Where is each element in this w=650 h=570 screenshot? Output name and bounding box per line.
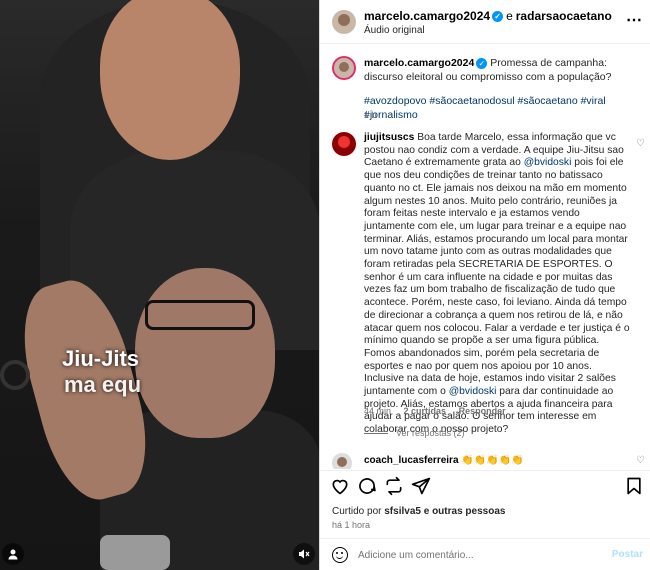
collaborator-username[interactable]: radarsaocaetano [516,9,612,23]
replies-divider [364,433,388,435]
wristwatch [100,535,170,570]
comment-icon[interactable] [357,476,377,496]
more-options-icon[interactable]: ⋯ [626,10,643,30]
share-icon[interactable] [411,476,431,496]
likes-user[interactable]: sfsilva5 [384,506,421,517]
mute-button[interactable] [293,543,315,565]
emoji-icon[interactable] [332,547,348,563]
commenter-username[interactable]: jiujitsuscs [364,132,414,143]
caption-text: marcelo.camargo2024 ✓ Promessa de campanh… [364,56,639,84]
user-icon [8,549,18,560]
comment-body: 👏👏👏👏👏 [461,455,524,466]
comment-body-2: pois foi ele que nos deu condições de tr… [364,157,630,398]
caption-username[interactable]: marcelo.camargo2024 [364,57,474,69]
view-replies-label: Ver respostas (2) [396,428,465,438]
view-replies-button[interactable]: Ver respostas (2) [364,428,465,438]
comment-input[interactable] [358,545,598,565]
commenter-username[interactable]: coach_lucasferreira [364,455,459,466]
comment-mention[interactable]: @bvidoski [524,157,572,168]
muted-speaker-icon [299,549,310,559]
post-timestamp: há 1 hora [332,520,371,530]
likes-prefix: Curtido por [332,506,382,517]
comment-likes-count[interactable]: 2 curtidas [404,406,447,416]
commenter-avatar[interactable] [332,132,356,156]
bookmark-icon[interactable] [624,476,644,496]
tagged-users-button[interactable] [2,543,24,565]
comment-like-heart-icon[interactable]: ♡ [636,138,645,149]
author-avatar[interactable] [332,10,356,34]
comment-text: coach_lucasferreira 👏👏👏👏👏 [364,455,524,466]
reply-button[interactable]: Responder [459,406,506,416]
person2-glasses [145,300,255,330]
likes-summary[interactable]: Curtido por sfsilva5 e outras pessoas [332,506,505,517]
caption-timestamp: 1 h [364,110,377,120]
author-username[interactable]: marcelo.camargo2024 [364,9,490,23]
audio-link[interactable]: Áudio original [364,25,425,36]
header-separator: e [506,9,513,23]
verified-badge-icon: ✓ [476,57,488,69]
video-subtitle: Jiu-Jits [62,346,140,371]
heart-icon[interactable] [330,476,350,496]
header-usernames: marcelo.camargo2024 ✓ e radarsaocaetano [364,9,612,23]
post-side-panel: marcelo.camargo2024 ✓ e radarsaocaetano Áud… [319,0,650,570]
video-subtitle-2: ma equ [64,372,142,397]
comment-timestamp: 44 min [364,406,392,416]
comment-text: jiujitsuscs Boa tarde Marcelo, essa info… [364,132,630,437]
post-header: marcelo.camargo2024 ✓ e radarsaocaetano Áud… [320,0,650,44]
post-actions [320,470,650,500]
caption-hashtags[interactable]: #avozdopovo #sãocaetanodosul #sãocaetano… [364,94,644,122]
repost-icon[interactable] [384,476,404,496]
commenter-avatar[interactable] [332,453,352,469]
person2-head [135,268,275,438]
post-comment-button[interactable]: Postar [612,549,643,560]
comment-item: coach_lucasferreira 👏👏👏👏👏 ♡ [320,451,650,469]
wristband [0,360,30,390]
likes-suffix[interactable]: e outras pessoas [424,506,506,517]
comment-meta: 44 min 2 curtidas Responder [364,406,516,416]
verified-badge-icon: ✓ [492,11,504,23]
comment-mention[interactable]: @bvidoski [449,386,497,397]
add-comment-bar: Postar [320,538,650,570]
caption-avatar[interactable] [332,56,356,80]
post-media[interactable]: Jiu-Jits ma equ [0,0,319,570]
comment-like-heart-icon[interactable]: ♡ [636,455,645,466]
